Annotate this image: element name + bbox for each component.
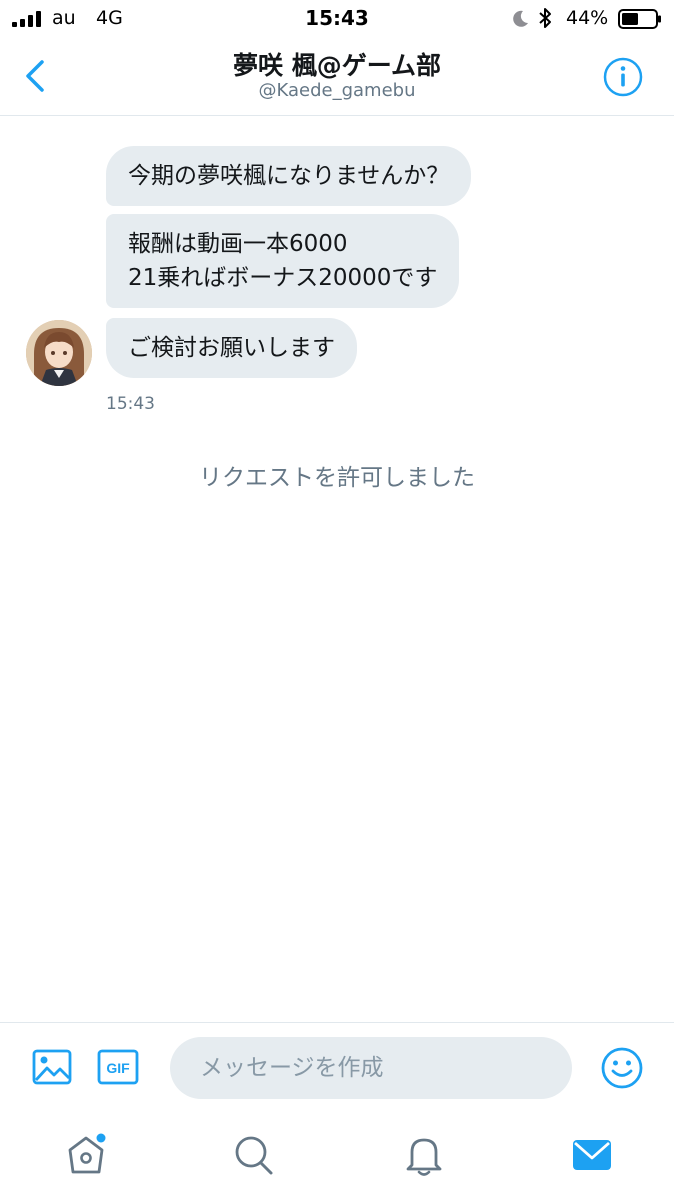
message-bubble[interactable]: 今期の夢咲楓になりませんか？ (106, 146, 472, 206)
tab-bar (0, 1114, 674, 1200)
conversation-title: 夢咲 楓@ゲーム部 (233, 51, 441, 80)
do-not-disturb-icon (513, 10, 528, 27)
conversation-header: 夢咲 楓@ゲーム部 @Kaede_gamebu (0, 40, 674, 116)
info-icon[interactable] (602, 56, 644, 98)
avatar-illustration (26, 320, 92, 386)
notifications-icon[interactable] (402, 1132, 446, 1178)
bluetooth-icon (539, 8, 551, 28)
gif-icon[interactable]: GIF (97, 1047, 139, 1087)
message-timestamp: 15:43 (106, 394, 155, 414)
battery-icon (618, 9, 661, 29)
status-bar: au 4G 15:43 44% (0, 0, 674, 40)
messages-icon[interactable] (570, 1132, 614, 1178)
conversation-handle: @Kaede_gamebu (258, 80, 416, 101)
home-icon[interactable] (64, 1132, 108, 1178)
request-accepted-notice: リクエストを許可しました (199, 465, 475, 491)
emoji-icon[interactable] (600, 1046, 644, 1090)
battery-percentage: 44% (566, 7, 609, 29)
message-bubble[interactable]: ご検討お願いします (106, 318, 357, 378)
message-bubble[interactable]: 報酬は動画一本6000 21乗ればボーナス20000です (106, 214, 460, 308)
sender-avatar[interactable] (26, 320, 92, 386)
message-input[interactable] (170, 1037, 572, 1099)
gif-label: GIF (106, 1060, 130, 1076)
image-icon[interactable] (32, 1047, 72, 1087)
compose-bar: GIF (0, 1022, 674, 1114)
search-icon[interactable] (232, 1132, 276, 1178)
notification-dot (96, 1133, 106, 1143)
